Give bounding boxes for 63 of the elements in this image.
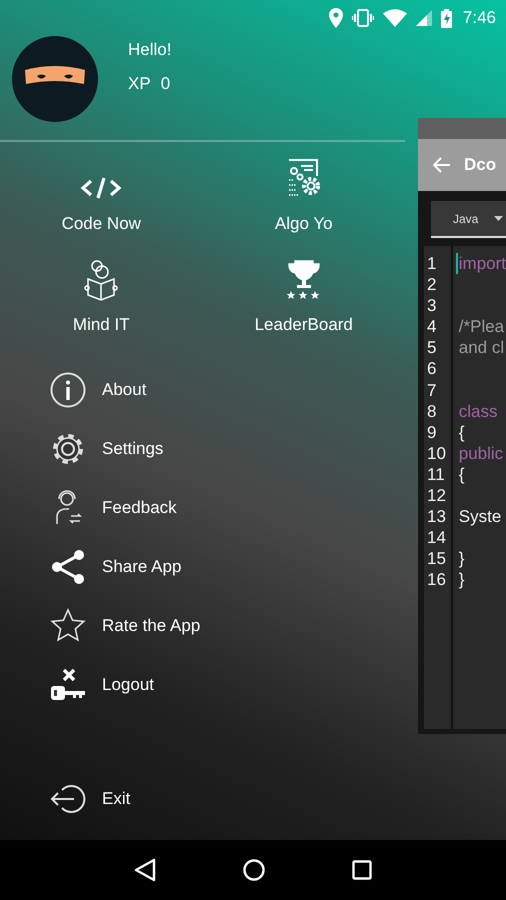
line-number: 11 bbox=[427, 464, 446, 486]
line-number: 9 bbox=[427, 422, 438, 443]
code-line: } bbox=[458, 548, 466, 570]
code-line: { bbox=[458, 464, 466, 486]
line-number: 8 bbox=[427, 400, 438, 422]
menu-item[interactable]: Feedback bbox=[0, 478, 405, 537]
menu-item[interactable]: About bbox=[0, 360, 405, 419]
feature-tile[interactable]: LeaderBoard bbox=[202, 245, 405, 335]
menu-item[interactable]: Settings bbox=[0, 419, 405, 478]
menu-item[interactable]: Logout bbox=[0, 655, 405, 714]
line-number: 12 bbox=[427, 485, 447, 506]
battery-icon bbox=[440, 8, 452, 28]
menu-item[interactable]: Rate the App bbox=[0, 596, 405, 655]
code-line: import bbox=[456, 253, 506, 274]
exit-icon bbox=[50, 784, 86, 814]
code-line: public bbox=[458, 442, 504, 464]
info-icon bbox=[50, 372, 86, 408]
line-number: 16 bbox=[427, 569, 447, 590]
line-number: 15 bbox=[427, 548, 447, 570]
wifi-icon bbox=[382, 9, 407, 27]
trophy-icon bbox=[286, 259, 322, 301]
xp-value: 0 bbox=[160, 74, 170, 94]
line-number: 5 bbox=[427, 337, 438, 358]
home-icon[interactable] bbox=[242, 859, 265, 881]
language-dropdown[interactable]: Java bbox=[431, 201, 506, 238]
recents-icon[interactable] bbox=[352, 860, 372, 880]
star-icon bbox=[50, 608, 86, 644]
back-icon[interactable] bbox=[134, 858, 156, 882]
logout-key-icon bbox=[50, 668, 86, 702]
share-icon bbox=[51, 548, 85, 584]
avatar-icon bbox=[12, 36, 98, 122]
signal-icon bbox=[416, 10, 432, 26]
line-number: 4 bbox=[427, 316, 438, 338]
reader-icon bbox=[84, 259, 118, 301]
back-arrow-icon[interactable] bbox=[433, 157, 450, 173]
status-time: 7:46 bbox=[462, 8, 496, 28]
line-number: 14 bbox=[427, 527, 447, 548]
location-icon bbox=[328, 8, 343, 28]
line-number: 7 bbox=[427, 380, 438, 401]
code-icon bbox=[80, 176, 122, 200]
code-line: /*Plea bbox=[458, 316, 506, 338]
exit-item[interactable]: Exit bbox=[0, 769, 405, 828]
caret-icon bbox=[494, 216, 504, 221]
feature-tile[interactable]: Algo Yo bbox=[202, 144, 405, 234]
line-number: 10 bbox=[427, 442, 447, 464]
line-number: 1 bbox=[427, 253, 438, 274]
code-line: Syste bbox=[458, 506, 502, 528]
greeting-text: Hello! bbox=[128, 40, 172, 60]
xp-label: XP bbox=[128, 74, 151, 94]
code-line: class bbox=[458, 400, 498, 422]
line-number: 2 bbox=[427, 274, 438, 296]
line-number: 13 bbox=[427, 506, 447, 528]
code-line: and cl bbox=[458, 337, 506, 358]
vibrate-icon bbox=[352, 9, 374, 27]
support-person-icon bbox=[54, 490, 82, 526]
line-number: 3 bbox=[427, 295, 438, 316]
code-line: } bbox=[458, 569, 466, 590]
line-number: 6 bbox=[427, 358, 438, 380]
feature-tile[interactable]: Mind IT bbox=[0, 245, 202, 335]
feature-tile[interactable]: Code Now bbox=[0, 144, 202, 234]
editor-title: Dco bbox=[464, 155, 496, 175]
code-line: { bbox=[458, 422, 466, 443]
menu-item[interactable]: Share App bbox=[0, 537, 405, 596]
